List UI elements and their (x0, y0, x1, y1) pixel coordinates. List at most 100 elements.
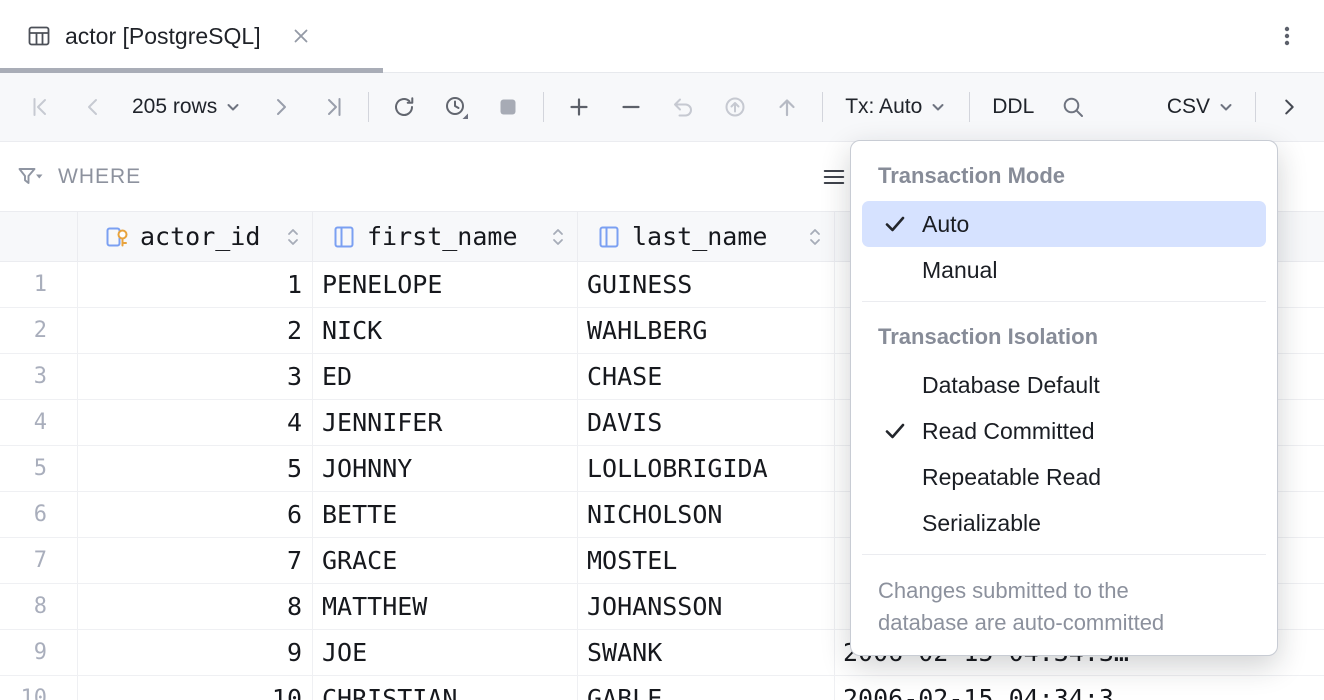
tab-actor-postgresql[interactable]: actor [PostgreSQL] (0, 0, 332, 72)
cell-actor-id[interactable]: 9 (78, 630, 313, 675)
menu-item-read-committed[interactable]: Read Committed (862, 408, 1266, 454)
ddl-button[interactable]: DDL (988, 88, 1038, 126)
cell-last-name[interactable]: SWANK (578, 630, 835, 675)
menu-item-serializable[interactable]: Serializable (862, 500, 1266, 546)
cell-last-name[interactable]: CHASE (578, 354, 835, 399)
cell-first-name[interactable]: ED (313, 354, 578, 399)
toolbar-separator (969, 92, 970, 122)
column-header-first-name[interactable]: first_name (313, 212, 578, 261)
cell-first-name[interactable]: MATTHEW (313, 584, 578, 629)
stop-button[interactable] (491, 90, 525, 124)
submit-button[interactable] (718, 90, 752, 124)
delete-row-button[interactable] (614, 90, 648, 124)
row-number[interactable]: 4 (0, 400, 78, 445)
cell-last-name[interactable]: LOLLOBRIGIDA (578, 446, 835, 491)
menu-item-database-default[interactable]: Database Default (862, 362, 1266, 408)
cell-actor-id[interactable]: 10 (78, 676, 313, 700)
filter-funnel-icon (16, 164, 44, 190)
row-number[interactable]: 7 (0, 538, 78, 583)
cell-first-name[interactable]: CHRISTIAN (313, 676, 578, 700)
cell-actor-id[interactable]: 1 (78, 262, 313, 307)
ddl-label: DDL (992, 95, 1034, 119)
cell-last-name[interactable]: DAVIS (578, 400, 835, 445)
menu-item-label: Read Committed (922, 418, 1095, 445)
clock-icon (443, 94, 469, 120)
plus-icon (566, 94, 592, 120)
minus-icon (618, 94, 644, 120)
chevron-down-icon (224, 98, 242, 116)
menu-footer-hint: Changes submitted to the database are au… (851, 563, 1216, 655)
column-header-actor-id[interactable]: actor_id (78, 212, 313, 261)
stop-icon (495, 94, 521, 120)
column-header-last-name[interactable]: last_name (578, 212, 835, 261)
row-number[interactable]: 10 (0, 676, 78, 700)
cell-last-name[interactable]: NICHOLSON (578, 492, 835, 537)
first-page-button[interactable] (24, 90, 58, 124)
cell-actor-id[interactable]: 8 (78, 584, 313, 629)
tab-options-button[interactable] (1274, 23, 1300, 49)
cell-actor-id[interactable]: 5 (78, 446, 313, 491)
cell-last-name[interactable]: GABLE (578, 676, 835, 700)
cell-first-name[interactable]: JENNIFER (313, 400, 578, 445)
row-number[interactable]: 5 (0, 446, 78, 491)
where-keyword: WHERE (58, 165, 141, 189)
more-toolbar-button[interactable] (1272, 90, 1306, 124)
tab-close-button[interactable] (290, 25, 312, 47)
row-number[interactable]: 2 (0, 308, 78, 353)
checkmark-icon (882, 211, 908, 237)
checkmark-icon (882, 418, 908, 444)
row-number[interactable]: 8 (0, 584, 78, 629)
cell-actor-id[interactable]: 2 (78, 308, 313, 353)
commit-button[interactable] (770, 90, 804, 124)
menu-item-label: Auto (922, 211, 969, 238)
reload-data-button[interactable] (387, 90, 421, 124)
menu-item-auto[interactable]: Auto (862, 201, 1266, 247)
cell-first-name[interactable]: GRACE (313, 538, 578, 583)
cell-first-name[interactable]: JOHNNY (313, 446, 578, 491)
row-number[interactable]: 1 (0, 262, 78, 307)
export-format-dropdown[interactable]: CSV (1163, 88, 1239, 126)
chevron-down-icon (929, 98, 947, 116)
row-number[interactable]: 9 (0, 630, 78, 675)
auto-refresh-button[interactable] (439, 90, 473, 124)
cell-last-name[interactable]: GUINESS (578, 262, 835, 307)
previous-page-button[interactable] (76, 90, 110, 124)
row-number[interactable]: 6 (0, 492, 78, 537)
cell-actor-id[interactable]: 4 (78, 400, 313, 445)
menu-item-label: Serializable (922, 510, 1041, 537)
row-number[interactable]: 3 (0, 354, 78, 399)
cell-first-name[interactable]: PENELOPE (313, 262, 578, 307)
search-button[interactable] (1056, 90, 1090, 124)
menu-item-repeatable-read[interactable]: Repeatable Read (862, 454, 1266, 500)
row-number-header[interactable] (0, 212, 78, 261)
revert-button[interactable] (666, 90, 700, 124)
last-page-button[interactable] (316, 90, 350, 124)
hamburger-menu-icon (822, 164, 846, 190)
next-page-button[interactable] (264, 90, 298, 124)
toolbar-separator (822, 92, 823, 122)
menu-item-manual[interactable]: Manual (862, 247, 1266, 293)
cell-actor-id[interactable]: 7 (78, 538, 313, 583)
grid-toolbar: 205 rows (0, 73, 1324, 142)
tx-mode-label: Tx: Auto (845, 95, 922, 119)
column-name: first_name (367, 222, 518, 251)
filter-options-button[interactable] (822, 164, 846, 190)
table-row: 10 10 CHRISTIAN GABLE 2006-02-15 04:34:3… (0, 676, 1324, 700)
cell-actor-id[interactable]: 6 (78, 492, 313, 537)
add-row-button[interactable] (562, 90, 596, 124)
cell-last-name[interactable]: MOSTEL (578, 538, 835, 583)
sort-icon[interactable] (808, 226, 822, 248)
cell-actor-id[interactable]: 3 (78, 354, 313, 399)
sort-icon[interactable] (286, 226, 300, 248)
cell-first-name[interactable]: BETTE (313, 492, 578, 537)
page-size-label: 205 rows (132, 95, 217, 119)
cell-last-name[interactable]: WAHLBERG (578, 308, 835, 353)
page-size-dropdown[interactable]: 205 rows (128, 88, 246, 126)
cell-last-update[interactable]: 2006-02-15 04:34:3… (835, 676, 1324, 700)
sort-icon[interactable] (551, 226, 565, 248)
cell-first-name[interactable]: JOE (313, 630, 578, 675)
tab-title: actor [PostgreSQL] (65, 23, 261, 50)
tx-mode-dropdown[interactable]: Tx: Auto (841, 88, 951, 126)
cell-last-name[interactable]: JOHANSSON (578, 584, 835, 629)
cell-first-name[interactable]: NICK (313, 308, 578, 353)
